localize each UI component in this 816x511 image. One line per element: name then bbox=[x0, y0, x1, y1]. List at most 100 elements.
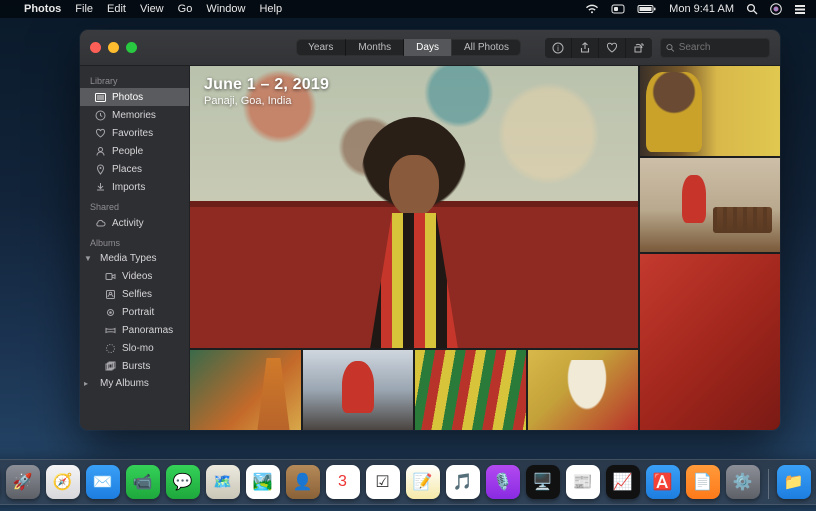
slomo-icon bbox=[104, 342, 116, 354]
menu-view[interactable]: View bbox=[140, 3, 164, 15]
fullscreen-button[interactable] bbox=[126, 42, 137, 53]
control-center-icon[interactable] bbox=[611, 4, 625, 14]
sidebar-item-label: Slo-mo bbox=[122, 343, 154, 354]
siri-icon[interactable] bbox=[770, 3, 782, 15]
search-input[interactable] bbox=[679, 42, 764, 53]
dock-podcasts[interactable]: 🎙️ bbox=[486, 465, 520, 499]
favorite-button[interactable] bbox=[599, 38, 625, 58]
dock-appstore[interactable]: 🅰️ bbox=[646, 465, 680, 499]
dock-stocks[interactable]: 📈 bbox=[606, 465, 640, 499]
dock-contacts[interactable]: 👤 bbox=[286, 465, 320, 499]
dock-separator bbox=[768, 469, 769, 499]
sidebar-header-shared: Shared bbox=[80, 196, 189, 214]
photo-tile-hero[interactable]: June 1 – 2, 2019 Panaji, Goa, India bbox=[190, 66, 638, 348]
tab-years[interactable]: Years bbox=[296, 39, 346, 56]
dock-pages[interactable]: 📄 bbox=[686, 465, 720, 499]
photo-tile[interactable] bbox=[415, 350, 526, 430]
sidebar-item-media-types[interactable]: ▼ Media Types bbox=[80, 250, 189, 267]
app-name[interactable]: Photos bbox=[24, 3, 61, 15]
menubar: Photos File Edit View Go Window Help Mon… bbox=[0, 0, 816, 18]
notifications-icon[interactable] bbox=[794, 4, 806, 14]
dock-photos[interactable]: 🏞️ bbox=[246, 465, 280, 499]
sidebar-item-videos[interactable]: Videos bbox=[80, 267, 189, 285]
wifi-icon[interactable] bbox=[585, 4, 599, 14]
sidebar-item-slomo[interactable]: Slo-mo bbox=[80, 339, 189, 357]
pin-icon bbox=[94, 163, 106, 175]
dock-news[interactable]: 📰 bbox=[566, 465, 600, 499]
sidebar-item-label: Places bbox=[112, 164, 142, 175]
sidebar-item-activity[interactable]: Activity bbox=[80, 214, 189, 232]
tab-all-photos[interactable]: All Photos bbox=[452, 39, 521, 56]
panorama-icon bbox=[104, 324, 116, 336]
menu-go[interactable]: Go bbox=[178, 3, 193, 15]
menu-file[interactable]: File bbox=[75, 3, 93, 15]
info-button[interactable]: i bbox=[545, 38, 571, 58]
sidebar-item-imports[interactable]: Imports bbox=[80, 178, 189, 196]
sidebar-item-my-albums[interactable]: ▸My Albums bbox=[80, 375, 189, 392]
dock-tv[interactable]: 🖥️ bbox=[526, 465, 560, 499]
dock-reminders[interactable]: ☑︎ bbox=[366, 465, 400, 499]
video-icon bbox=[104, 270, 116, 282]
sidebar-item-photos[interactable]: Photos bbox=[80, 88, 189, 106]
sidebar-item-places[interactable]: Places bbox=[80, 160, 189, 178]
dock-downloads[interactable]: 📁 bbox=[777, 465, 811, 499]
sidebar: Library Photos Memories Favorites People… bbox=[80, 66, 190, 430]
menu-window[interactable]: Window bbox=[206, 3, 245, 15]
minimize-button[interactable] bbox=[108, 42, 119, 53]
dock-settings[interactable]: ⚙️ bbox=[726, 465, 760, 499]
location: Panaji, Goa, India bbox=[204, 95, 329, 107]
sidebar-item-label: Photos bbox=[112, 92, 143, 103]
dock-messages[interactable]: 💬 bbox=[166, 465, 200, 499]
sidebar-item-selfies[interactable]: Selfies bbox=[80, 285, 189, 303]
sidebar-item-portrait[interactable]: Portrait bbox=[80, 303, 189, 321]
dock-mail[interactable]: ✉️ bbox=[86, 465, 120, 499]
dock-safari[interactable]: 🧭 bbox=[46, 465, 80, 499]
photo-tile[interactable] bbox=[303, 350, 414, 430]
sidebar-item-label: Selfies bbox=[122, 289, 152, 300]
chevron-down-icon: ▼ bbox=[84, 254, 92, 263]
dock: 🙂🚀🧭✉️📹💬🗺️🏞️👤3☑︎📝🎵🎙️🖥️📰📈🅰️📄⚙️📁🗑️ bbox=[0, 459, 816, 505]
sidebar-item-label: Memories bbox=[112, 110, 156, 121]
dock-calendar[interactable]: 3 bbox=[326, 465, 360, 499]
sidebar-header-library: Library bbox=[80, 70, 189, 88]
dock-facetime[interactable]: 📹 bbox=[126, 465, 160, 499]
sidebar-item-bursts[interactable]: Bursts bbox=[80, 357, 189, 375]
sidebar-item-label: Media Types bbox=[100, 253, 157, 264]
photo-tile[interactable] bbox=[528, 350, 639, 430]
dock-maps[interactable]: 🗺️ bbox=[206, 465, 240, 499]
photo-tile[interactable] bbox=[640, 158, 780, 252]
sidebar-item-label: Videos bbox=[122, 271, 152, 282]
sidebar-item-memories[interactable]: Memories bbox=[80, 106, 189, 124]
sidebar-header-albums: Albums bbox=[80, 232, 189, 250]
dock-music[interactable]: 🎵 bbox=[446, 465, 480, 499]
menu-help[interactable]: Help bbox=[259, 3, 282, 15]
battery-icon[interactable] bbox=[637, 4, 657, 14]
portrait-icon bbox=[104, 306, 116, 318]
menu-edit[interactable]: Edit bbox=[107, 3, 126, 15]
rotate-button[interactable] bbox=[626, 38, 652, 58]
spotlight-icon[interactable] bbox=[746, 3, 758, 15]
tab-days[interactable]: Days bbox=[404, 39, 452, 56]
sidebar-item-people[interactable]: People bbox=[80, 142, 189, 160]
tab-months[interactable]: Months bbox=[346, 39, 404, 56]
search-field[interactable] bbox=[660, 38, 770, 58]
sidebar-item-label: Favorites bbox=[112, 128, 153, 139]
dock-launchpad[interactable]: 🚀 bbox=[6, 465, 40, 499]
close-button[interactable] bbox=[90, 42, 101, 53]
photo-grid: ••• June 1 – 2, 2019 Panaji, G bbox=[190, 66, 780, 430]
clock[interactable]: Mon 9:41 AM bbox=[669, 3, 734, 15]
sidebar-item-label: My Albums bbox=[100, 378, 149, 389]
sidebar-item-panoramas[interactable]: Panoramas bbox=[80, 321, 189, 339]
photo-tile[interactable] bbox=[640, 66, 780, 156]
sidebar-item-favorites[interactable]: Favorites bbox=[80, 124, 189, 142]
view-tabs: Years Months Days All Photos bbox=[296, 39, 521, 56]
photo-tile[interactable] bbox=[190, 350, 301, 430]
photo-tile[interactable] bbox=[640, 254, 780, 430]
sidebar-item-label: Portrait bbox=[122, 307, 154, 318]
day-header: June 1 – 2, 2019 Panaji, Goa, India bbox=[204, 76, 329, 107]
dock-notes[interactable]: 📝 bbox=[406, 465, 440, 499]
date-range: June 1 – 2, 2019 bbox=[204, 76, 329, 94]
share-button[interactable] bbox=[572, 38, 598, 58]
sidebar-item-label: People bbox=[112, 146, 143, 157]
photos-icon bbox=[94, 91, 106, 103]
